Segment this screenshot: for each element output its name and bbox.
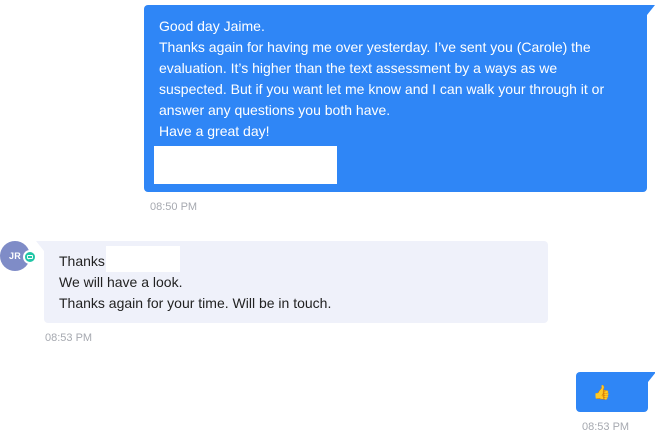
message-line: evaluation. It’s higher than the text as… [159, 60, 558, 76]
message-text: Good day Jaime. Thanks again for having … [159, 16, 604, 142]
message-text: Thanks We will have a look. Thanks again… [59, 251, 331, 314]
chat-icon [25, 252, 35, 262]
message-line: Thanks again for your time. Will be in t… [59, 295, 332, 311]
message-line: We will have a look. [59, 274, 183, 290]
redacted-block [154, 146, 337, 184]
message-line: Good day Jaime. [159, 18, 265, 34]
avatar-initials: JR [9, 251, 21, 261]
message-line: answer any questions you both have. [159, 102, 391, 118]
redacted-block [106, 246, 180, 272]
outgoing-message-bubble: Good day Jaime. Thanks again for having … [144, 5, 655, 192]
outgoing-message-bubble: 👍 [576, 372, 655, 412]
message-line: Thanks [59, 253, 105, 269]
thumbs-up-icon: 👍 [593, 384, 611, 400]
message-timestamp: 08:50 PM [150, 201, 198, 213]
message-line: suspected. But if you want let me know a… [159, 81, 605, 97]
message-line: Thanks again for having me over yesterda… [159, 39, 591, 55]
incoming-message-bubble: Thanks We will have a look. Thanks again… [36, 241, 548, 323]
message-timestamp: 08:53 PM [45, 332, 93, 344]
message-timestamp: 08:53 PM [582, 421, 630, 433]
channel-badge [23, 250, 37, 264]
message-line: Have a great day! [159, 123, 270, 139]
